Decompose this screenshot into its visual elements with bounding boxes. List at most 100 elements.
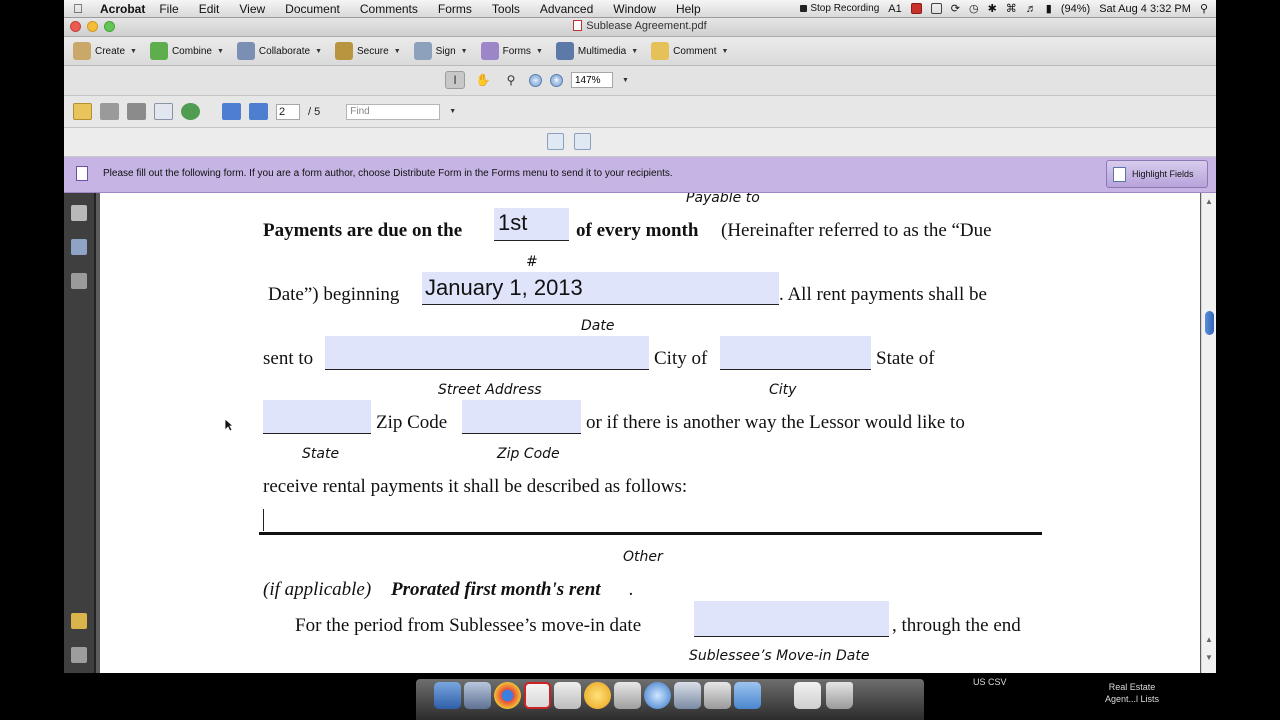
screen:  Acrobat File Edit View Document Commen… (64, 0, 1216, 720)
other-payment-field[interactable] (259, 506, 1042, 535)
create-button[interactable]: Create ▼ (73, 42, 137, 60)
street-address-field[interactable] (325, 336, 649, 370)
comment-button[interactable]: Comment ▼ (651, 42, 728, 60)
collaborate-button[interactable]: Collaborate ▼ (236, 42, 322, 60)
page-number-input[interactable]: 2 (276, 103, 300, 120)
comment-label: Comment (673, 45, 717, 57)
menu-comments[interactable]: Comments (360, 2, 418, 16)
quicktime-icon[interactable] (644, 682, 671, 709)
document-icon[interactable] (794, 682, 821, 709)
chevron-down-icon: ▼ (535, 47, 543, 55)
open-folder-icon[interactable] (73, 103, 92, 120)
print-icon[interactable] (100, 103, 119, 120)
create-icon (73, 42, 91, 60)
system-preferences-icon[interactable] (614, 682, 641, 709)
chrome-icon[interactable] (494, 682, 521, 709)
menu-forms[interactable]: Forms (438, 2, 472, 16)
sign-button[interactable]: Sign ▼ (413, 42, 468, 60)
menu-tools[interactable]: Tools (492, 2, 520, 16)
find-dropdown-icon[interactable]: ▼ (449, 108, 456, 115)
scroll-up-icon[interactable]: ▲ (1205, 635, 1213, 644)
app-icon[interactable] (464, 682, 491, 709)
file-nav-toolbar: 2 / 5 Find ▼ (64, 96, 1216, 128)
previous-page-icon[interactable] (222, 103, 241, 120)
finder-icon[interactable] (434, 682, 461, 709)
preview-icon[interactable] (554, 682, 581, 709)
text-prorated-rent: Prorated first month's rent (391, 579, 601, 600)
clock[interactable]: Sat Aug 4 3:32 PM (1099, 3, 1191, 15)
zoom-out-icon[interactable]: − (529, 73, 542, 87)
next-page-icon[interactable] (249, 103, 268, 120)
label-hash: # (526, 254, 538, 270)
attachments-icon[interactable] (71, 647, 87, 663)
scroll-down-icon[interactable]: ▼ (1205, 653, 1213, 662)
photos-icon[interactable] (674, 682, 701, 709)
city-field[interactable] (720, 336, 871, 370)
zoom-in-icon[interactable]: + (550, 73, 563, 87)
trash-icon[interactable] (826, 682, 853, 709)
start-date-field[interactable]: January 1, 2013 (422, 272, 779, 305)
highlight-fields-button[interactable]: Highlight Fields (1106, 160, 1208, 188)
scroll-thumb[interactable] (1205, 311, 1214, 335)
stop-recording-button[interactable]: Stop Recording (800, 3, 879, 14)
menu-document[interactable]: Document (285, 2, 340, 16)
bookmarks-icon[interactable] (71, 239, 87, 255)
zoom-level-input[interactable]: 147% (571, 72, 613, 88)
move-in-date-field[interactable] (694, 601, 889, 637)
forms-button[interactable]: Forms ▼ (480, 42, 543, 60)
due-day-field[interactable]: 1st (494, 208, 569, 241)
zip-code-field[interactable] (462, 400, 581, 434)
web-icon[interactable] (181, 103, 200, 120)
menu-advanced[interactable]: Advanced (540, 2, 593, 16)
spotlight-icon[interactable]: ⚲ (1200, 2, 1208, 15)
word-icon[interactable] (734, 682, 761, 709)
zoom-dropdown-icon[interactable]: ▼ (622, 77, 629, 84)
internet-explorer-icon[interactable] (584, 682, 611, 709)
document-scrollbar[interactable]: ▲ ▲ ▼ (1201, 193, 1216, 673)
menu-edit[interactable]: Edit (199, 2, 220, 16)
dropbox-icon[interactable] (930, 3, 942, 14)
secure-button[interactable]: Secure ▼ (335, 42, 401, 60)
sync-icon[interactable]: ⟳ (951, 2, 960, 15)
page-thumbnails-icon[interactable] (71, 205, 87, 221)
comments-icon[interactable] (71, 613, 87, 629)
email-icon[interactable] (154, 103, 173, 120)
menu-app-name[interactable]: Acrobat (100, 2, 145, 16)
fit-page-icon[interactable] (574, 133, 591, 150)
pdf-page: Payable to Payments are due on the 1st o… (100, 193, 1200, 673)
file-nav-group: 2 / 5 Find ▼ (73, 103, 456, 120)
text-period: . (629, 579, 634, 600)
apple-menu-icon[interactable]:  (64, 1, 92, 16)
volume-icon[interactable]: ♬ (1026, 3, 1037, 15)
acrobat-icon[interactable] (524, 682, 551, 709)
bluetooth-icon[interactable]: ✱ (988, 2, 997, 15)
menu-help[interactable]: Help (676, 2, 701, 16)
dock-stack-label[interactable]: Real Estate Agent...l Lists (1092, 681, 1172, 705)
signatures-icon[interactable] (71, 273, 87, 289)
combine-button[interactable]: Combine ▼ (149, 42, 224, 60)
state-field[interactable] (263, 400, 371, 434)
find-input[interactable]: Find (346, 103, 441, 120)
scroll-up-icon[interactable]: ▲ (1205, 197, 1213, 206)
text-every-month: of every month (576, 220, 699, 241)
ai-badge[interactable]: A1 (888, 3, 901, 15)
save-icon[interactable] (127, 103, 146, 120)
fit-width-icon[interactable] (547, 133, 564, 150)
menu-window[interactable]: Window (613, 2, 656, 16)
pdf-file-icon (573, 20, 583, 31)
select-text-tool-icon[interactable]: I (445, 71, 465, 89)
battery-icon[interactable]: ▮ (1046, 2, 1052, 15)
time-machine-icon[interactable]: ◷ (969, 2, 979, 15)
multimedia-button[interactable]: Multimedia ▼ (555, 42, 638, 60)
window-titlebar: Sublease Agreement.pdf (64, 18, 1216, 37)
wifi-icon[interactable]: ⌘ (1006, 2, 1017, 15)
menu-view[interactable]: View (239, 2, 265, 16)
form-icon (76, 166, 88, 181)
text-hereinafter: (Hereinafter referred to as the “Due (721, 220, 992, 241)
acrobat-menu-icon[interactable] (910, 3, 922, 14)
hand-tool-icon[interactable]: ✋ (473, 71, 493, 89)
label-state: State (302, 446, 340, 462)
app-icon[interactable] (704, 682, 731, 709)
menu-file[interactable]: File (159, 2, 178, 16)
marquee-zoom-icon[interactable]: ⚲ (501, 71, 521, 89)
